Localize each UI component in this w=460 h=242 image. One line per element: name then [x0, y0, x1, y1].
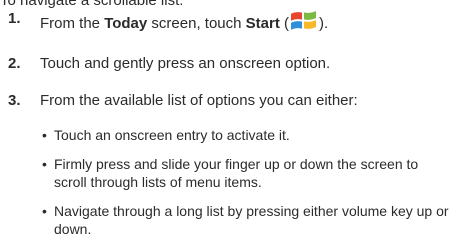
windows-start-icon: [289, 6, 319, 34]
step-text: Touch and gently press an onscreen optio…: [40, 55, 331, 72]
step-text: From the Today screen, touch Start ( ).: [40, 10, 328, 38]
bullet-text: Touch an onscreen entry to activate it.: [54, 127, 290, 143]
step-number: 3.: [8, 92, 21, 109]
bullet-dot: •: [42, 156, 47, 172]
step-number: 1.: [8, 10, 21, 27]
bullet-dot: •: [42, 203, 47, 219]
bullet-dot: •: [42, 127, 47, 143]
intro-line: To navigate a scrollable list:: [0, 0, 184, 9]
start-label: Start: [245, 14, 280, 32]
today-label: Today: [104, 14, 148, 32]
bullet-text: Firmly press and slide your finger up or…: [54, 156, 419, 190]
bullet-item: • Firmly press and slide your finger up …: [42, 155, 452, 191]
bullet-item: • Touch an onscreen entry to activate it…: [42, 126, 452, 144]
manual-page: To navigate a scrollable list: 1. From t…: [0, 0, 460, 242]
step-number: 2.: [8, 55, 21, 72]
step-text: From the available list of options you c…: [40, 92, 358, 109]
bullet-item: • Navigate through a long list by pressi…: [42, 202, 452, 238]
bullet-text: Navigate through a long list by pressing…: [54, 203, 449, 237]
